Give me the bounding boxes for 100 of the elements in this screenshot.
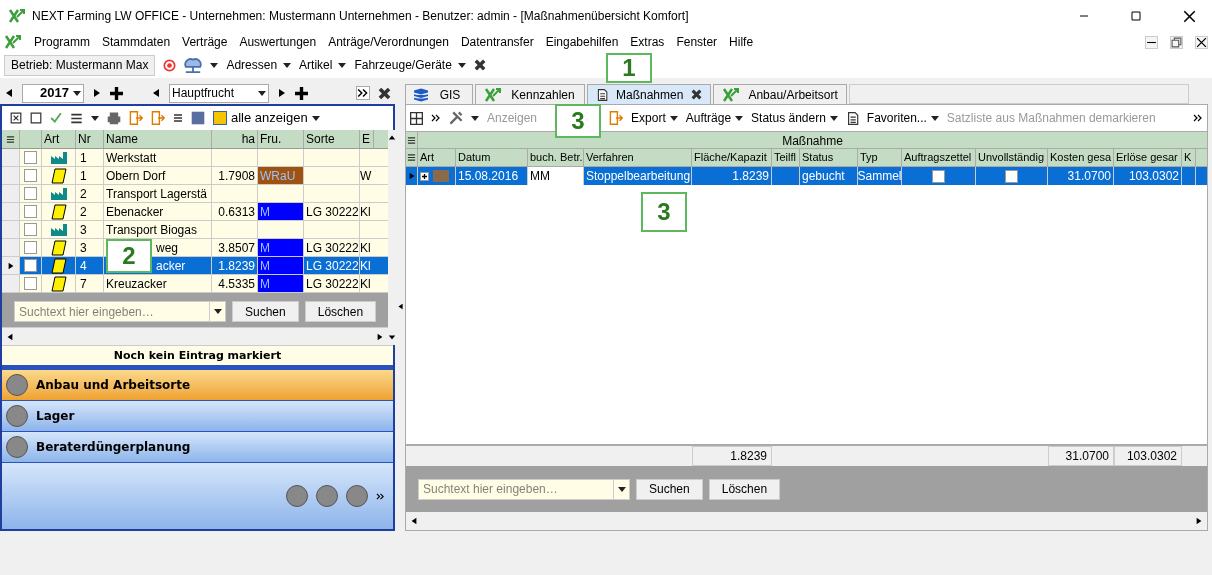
search-button[interactable]: Löschen [708, 478, 781, 500]
search-button[interactable]: Löschen [304, 301, 377, 322]
table-cell: acker [156, 259, 186, 273]
column-header[interactable]: Typ [858, 149, 902, 166]
toolbar-dropdown[interactable]: Adressen [226, 56, 292, 74]
column-header[interactable]: Datum [456, 149, 528, 166]
column-header[interactable]: Teilfl [772, 149, 800, 166]
year-select[interactable]: 2017 [22, 83, 84, 103]
column-header[interactable]: ha [212, 130, 258, 148]
menu-item[interactable]: Extras [630, 33, 665, 51]
table-row[interactable]: 15.08.2016 MM Stoppelbearbeitung 1.8239 gebucht Sammel 31.0700 103.0302 [406, 167, 1207, 185]
table-cell: 2 [80, 187, 87, 201]
menu-item[interactable]: Eingabehilfen [545, 33, 619, 51]
table-cell: W [360, 169, 372, 183]
table-cell: Werkstatt [106, 151, 157, 165]
navigation-section[interactable]: Lager [2, 401, 393, 432]
menu-item[interactable]: Hilfe [729, 33, 754, 51]
search-field[interactable]: Suchtext hier eingeben… [418, 478, 630, 500]
group-header: Maßnahme [781, 133, 844, 148]
column-header[interactable]: Erlöse gesar [1114, 149, 1182, 166]
column-header[interactable]: Art [418, 149, 456, 166]
status-message: Noch kein Eintrag markiert [2, 345, 393, 365]
table-cell: Kl [360, 277, 371, 291]
table-row[interactable]: 3 Transport Biogas [2, 221, 389, 239]
toolbar-button[interactable]: Aufträge [685, 109, 744, 127]
navigation-section[interactable]: Anbau und Arbeitsorte [2, 370, 393, 401]
table-row[interactable]: 1 Obern Dorf 1.7908 WRaU W [2, 167, 389, 185]
table-cell: 0.6313 [218, 205, 255, 219]
column-header[interactable]: Name [104, 130, 212, 148]
column-header[interactable]: Kosten gesa [1048, 149, 1114, 166]
total-cell: 103.0302 [1114, 446, 1182, 466]
menu-item[interactable]: Auswertungen [239, 33, 317, 51]
column-header[interactable]: E [360, 130, 374, 148]
table-cell: 4 [80, 259, 87, 273]
table-row[interactable]: 2 Transport Lagerstä [2, 185, 389, 203]
tab[interactable]: Anbau/Arbeitsort [713, 84, 847, 104]
menu-item[interactable]: Datentransfer [460, 33, 534, 51]
table-cell: 1 [80, 151, 87, 165]
column-header[interactable]: Fru. [258, 130, 304, 148]
table-cell-text: 103.0302 [1128, 168, 1179, 185]
column-header[interactable]: Unvollständig [976, 149, 1048, 166]
company-button[interactable]: Betrieb: Mustermann Max [4, 54, 156, 76]
menu-item[interactable]: Programm [34, 33, 90, 51]
table-cell: Transport Biogas [106, 223, 197, 237]
column-header[interactable]: Nr [76, 130, 104, 148]
table-cell: LG 30222 [306, 205, 359, 219]
crop-select[interactable]: Hauptfrucht [169, 83, 269, 103]
table-cell: 3.8507 [218, 241, 255, 255]
table-cell: Obern Dorf [106, 169, 166, 183]
number-badge: 3 [641, 192, 687, 232]
table-row[interactable]: 7 Kreuzacker 4.5335 M LG 30222 Kl [2, 275, 389, 293]
search-field[interactable]: Suchtext hier eingeben… [14, 301, 226, 322]
menu-item[interactable]: Fenster [676, 33, 718, 51]
tab[interactable]: GIS [405, 84, 473, 104]
column-header[interactable]: buch. Betr. [528, 149, 584, 166]
table-row[interactable]: 2 Ebenacker 0.6313 M LG 30222 Kl [2, 203, 389, 221]
crop-cell: M [258, 203, 303, 220]
column-header[interactable]: Sorte [304, 130, 360, 148]
column-header[interactable]: Verfahren [584, 149, 692, 166]
menu-item[interactable]: Anträge/Verordnungen [328, 33, 449, 51]
table-cell: 3 [80, 241, 87, 255]
table-cell: LG 30222 [306, 277, 359, 291]
table-cell-text: 31.0700 [1067, 168, 1111, 185]
table-cell-text: 1.8239 [732, 168, 769, 185]
table-cell-text: 15.08.2016 [458, 168, 519, 185]
menu-item[interactable]: Verträge [182, 33, 228, 51]
crop-cell: M [258, 239, 303, 256]
table-cell: LG 30222 [306, 259, 359, 273]
tab[interactable]: Kennzahlen [475, 84, 585, 104]
toolbar-dropdown[interactable]: Fahrzeuge/Geräte [354, 56, 466, 74]
column-header[interactable]: Art [42, 130, 76, 148]
toolbar-dropdown[interactable]: Artikel [299, 56, 347, 74]
table-cell: 4.5335 [218, 277, 255, 291]
column-header[interactable]: K [1182, 149, 1196, 166]
table-cell-text: Stoppelbearbeitung [586, 168, 691, 185]
window-title: NEXT Farming LW OFFICE - Unternehmen: Mustermann Unternehmen - Benutzer: admin - [Maßnahmenübersicht Komfort] [32, 8, 690, 25]
search-button[interactable]: Suchen [636, 478, 703, 500]
toolbar-button[interactable]: Favoriten... [866, 109, 939, 127]
toolbar-button[interactable]: Status ändern [751, 109, 838, 127]
table-row[interactable]: 1 Werkstatt [2, 149, 389, 167]
number-badge: 2 [106, 239, 152, 273]
table-cell: weg [156, 241, 178, 255]
toolbar-button[interactable]: Export [631, 109, 678, 127]
navigation-section[interactable]: Beraterdüngerplanung [2, 432, 393, 463]
table-cell-text: gebucht [802, 168, 845, 185]
table-cell-text: Sammel [857, 168, 902, 185]
table-cell: Kl [360, 241, 371, 255]
column-header[interactable]: Status [800, 149, 858, 166]
filter-dropdown[interactable]: alle anzeigen [213, 108, 320, 128]
tab[interactable]: Maßnahmen [587, 84, 712, 104]
menu-item[interactable]: Stammdaten [102, 33, 171, 51]
table-cell: 1.8239 [218, 259, 255, 273]
column-header[interactable]: Fläche/Kapazit [692, 149, 772, 166]
table-cell: Kl [360, 205, 371, 219]
number-badge: 3 [555, 104, 601, 138]
search-button[interactable]: Suchen [232, 301, 299, 322]
column-header[interactable]: Auftragszettel [902, 149, 976, 166]
table-cell: 2 [80, 205, 87, 219]
table-cell: Kl [360, 259, 371, 273]
crop-cell: M [258, 257, 303, 274]
